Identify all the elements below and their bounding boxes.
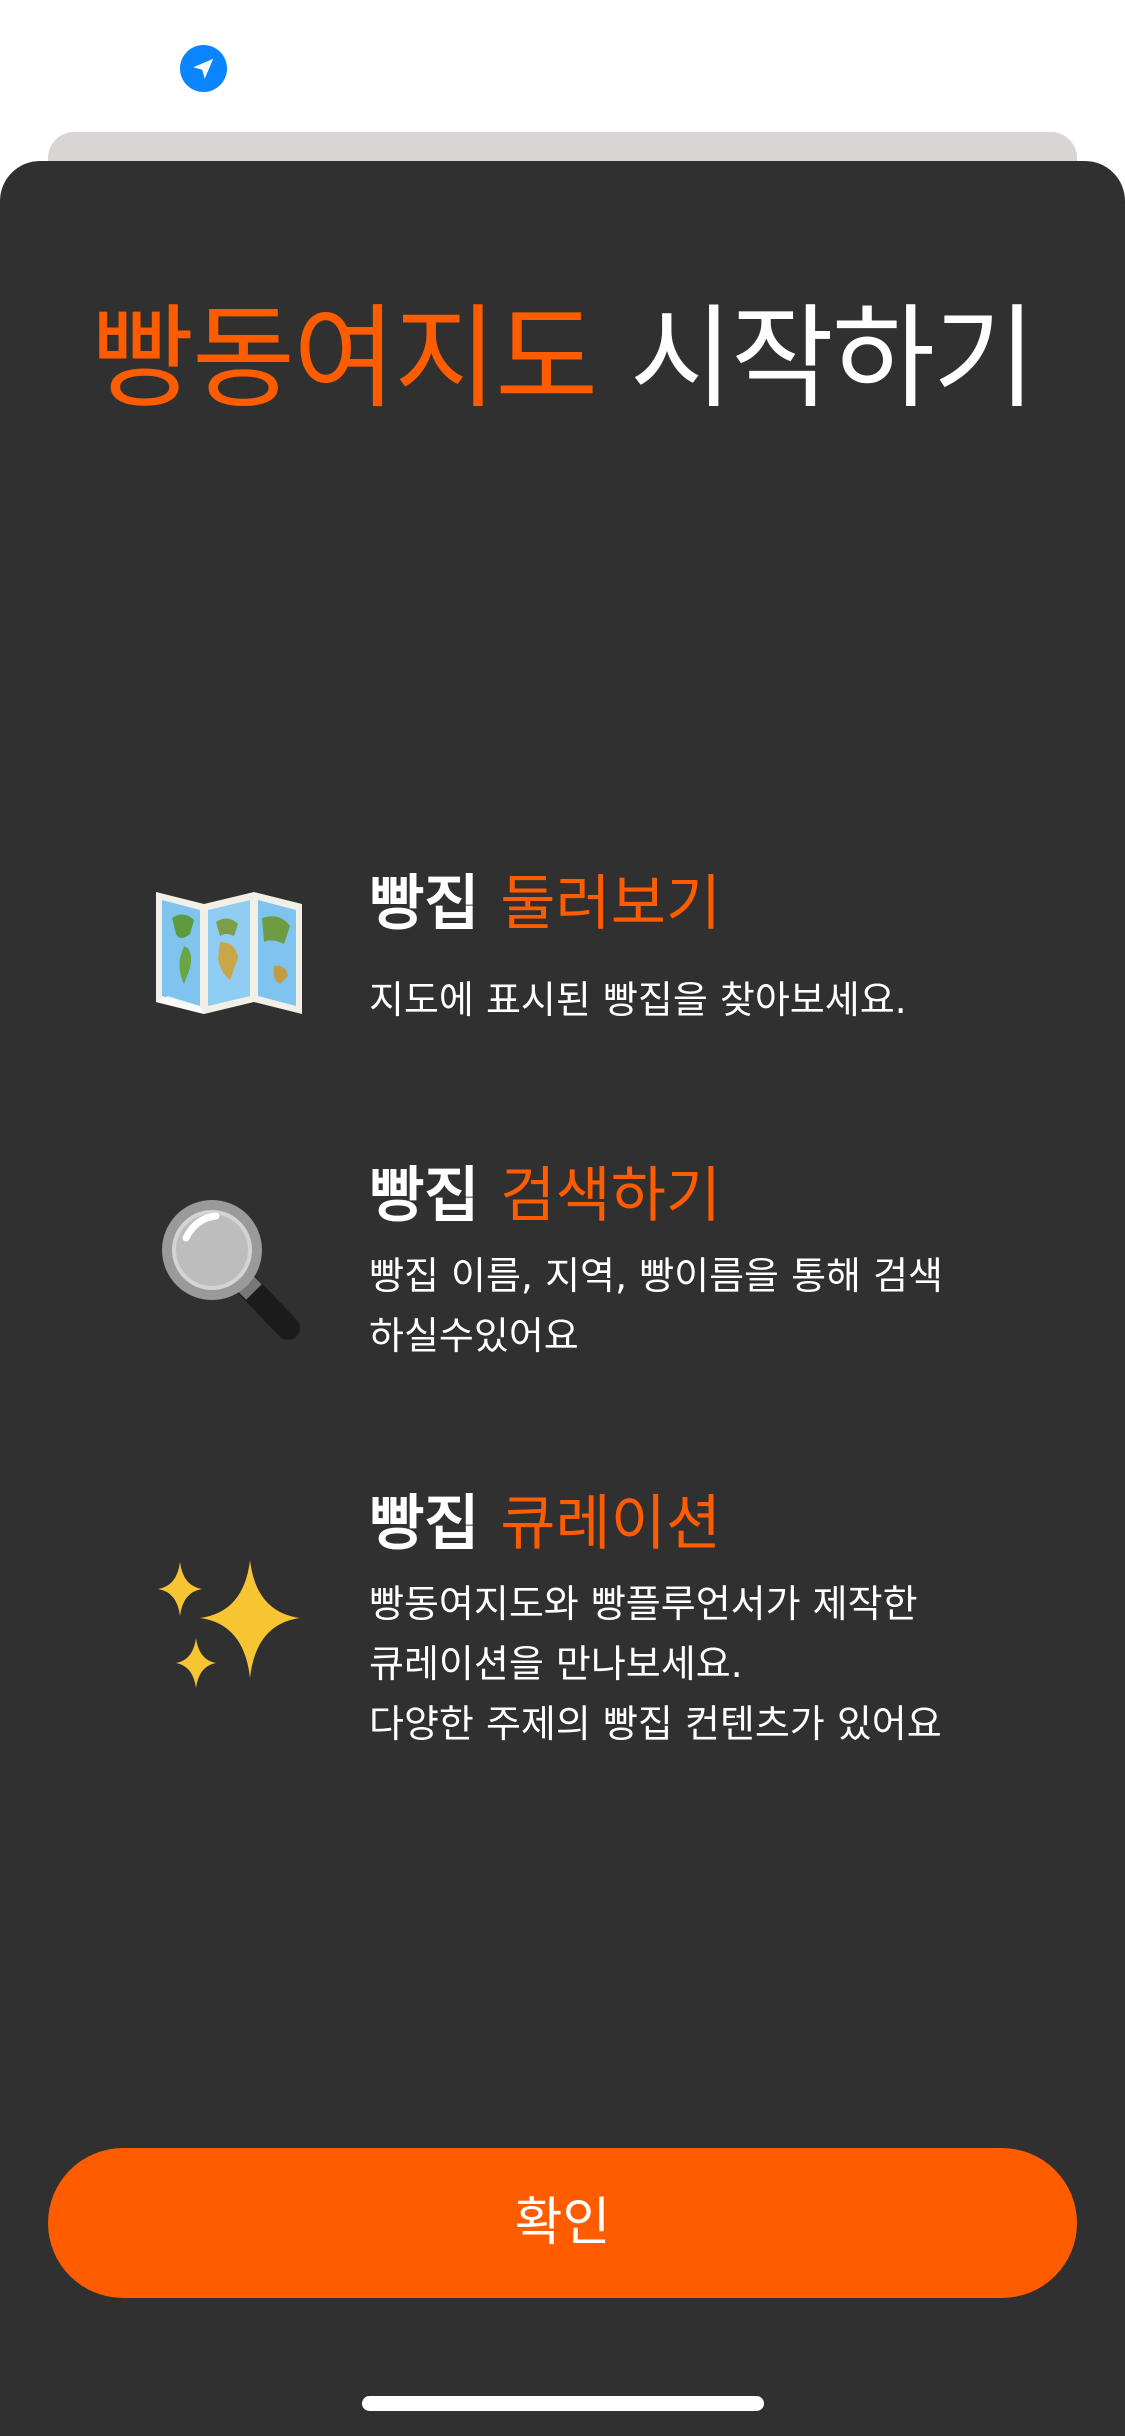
feature-heading: 빵집 큐레이션 xyxy=(369,1488,721,1560)
sparkles-icon xyxy=(150,1548,310,1708)
feature-description: 빵동여지도와 빵플루언서가 제작한 큐레이션을 만나보세요. 다양한 주제의 빵… xyxy=(369,1582,942,1746)
magnifying-glass-icon xyxy=(150,1188,310,1348)
feature-heading-accent: 검색하기 xyxy=(500,1161,722,1231)
feature-description: 지도에 표시된 빵집을 찾아보세요. xyxy=(369,978,907,1022)
feature-curation: 빵집 큐레이션 빵동여지도와 빵플루언서가 제작한 큐레이션을 만나보세요. 다… xyxy=(0,1488,1125,1748)
feature-heading: 빵집 둘러보기 xyxy=(369,868,721,940)
title-app-name: 빵동여지도 xyxy=(91,294,598,424)
confirm-button[interactable]: 확인 xyxy=(48,2148,1077,2298)
feature-search: 빵집 검색하기 빵집 이름, 지역, 빵이름을 통해 검색 하실수있어요 xyxy=(0,1160,1125,1380)
feature-heading: 빵집 검색하기 xyxy=(369,1160,721,1232)
modal-title: 빵동여지도 시작하기 xyxy=(0,292,1125,426)
feature-heading-accent: 둘러보기 xyxy=(500,869,722,939)
title-start-text: 시작하기 xyxy=(629,294,1036,424)
feature-heading-prefix: 빵집 xyxy=(369,869,480,939)
feature-browse: 빵집 둘러보기 지도에 표시된 빵집을 찾아보세요. xyxy=(0,860,1125,1040)
feature-heading-prefix: 빵집 xyxy=(369,1161,480,1231)
feature-heading-accent: 큐레이션 xyxy=(500,1489,722,1559)
home-indicator[interactable] xyxy=(362,2396,764,2411)
feature-description: 빵집 이름, 지역, 빵이름을 통해 검색 하실수있어요 xyxy=(369,1254,943,1358)
location-arrow-icon xyxy=(180,45,227,92)
world-map-icon xyxy=(150,872,310,1032)
feature-heading-prefix: 빵집 xyxy=(369,1489,480,1559)
